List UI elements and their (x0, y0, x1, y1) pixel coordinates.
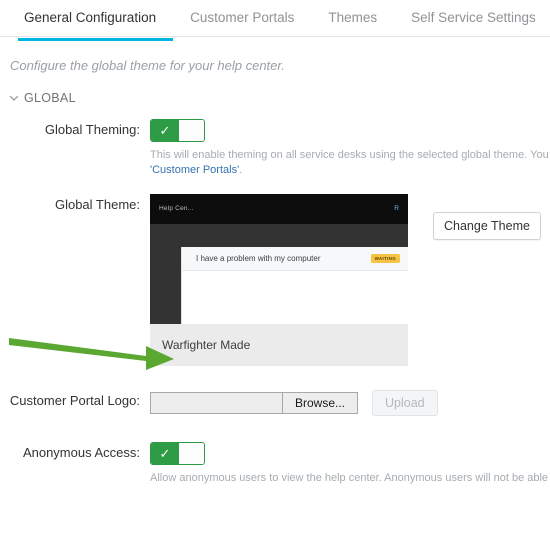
row-customer-portal-logo: Customer Portal Logo: Browse... Upload (0, 389, 550, 416)
section-header-global[interactable]: GLOBAL (8, 91, 550, 105)
logo-file-input[interactable]: Browse... (150, 391, 358, 414)
toggle-off-half (179, 120, 204, 141)
preview-request-card: I have a problem with my computer WAITIN… (181, 246, 408, 324)
tab-label: Self Service Settings (411, 10, 536, 25)
preview-topbar: Help Cen... R (150, 193, 408, 224)
row-global-theming: Global Theming: ✓ This will enable themi… (0, 119, 550, 178)
upload-button[interactable]: Upload (372, 389, 438, 416)
global-theme-label: Global Theme: (54, 196, 140, 212)
section-title: GLOBAL (24, 91, 76, 105)
global-theming-help-line1: This will enable theming on all service … (150, 149, 550, 161)
anonymous-access-help: Allow anonymous users to view the help c… (150, 471, 550, 484)
toggle-off-half (179, 442, 204, 464)
tab-self-service-settings[interactable]: Self Service Settings (394, 0, 550, 36)
tab-label: Customer Portals (190, 10, 295, 25)
help-suffix: . (239, 163, 243, 176)
anonymous-access-label: Anonymous Access: (22, 444, 140, 460)
chevron-down-icon (8, 92, 20, 104)
check-icon: ✓ (159, 123, 171, 138)
status-badge: WAITING (370, 253, 400, 263)
customer-portals-link[interactable]: 'Customer Portals' (150, 164, 239, 176)
tab-general-configuration[interactable]: General Configuration (18, 0, 174, 40)
tab-label: Themes (328, 10, 378, 25)
preview-logo-text: Help Cen... (159, 205, 194, 213)
toggle-on-half: ✓ (151, 442, 179, 464)
customer-portal-logo-body: Browse... Upload (150, 389, 550, 416)
preview-footer: Warfighter Made (150, 323, 408, 366)
theme-preview[interactable]: Help Cen... R I have a problem with my c… (150, 193, 408, 366)
global-theming-help-line2: 'Customer Portals'. (150, 163, 550, 178)
file-control: Browse... Upload (150, 389, 550, 416)
tab-bar: General Configuration Customer Portals T… (0, 0, 550, 40)
customer-portal-logo-label: Customer Portal Logo: (9, 392, 140, 408)
change-theme-button[interactable]: Change Theme (433, 212, 541, 240)
global-theming-body: ✓ This will enable theming on all servic… (150, 119, 550, 178)
toggle-on-half: ✓ (151, 120, 179, 141)
tab-customer-portals[interactable]: Customer Portals (173, 0, 311, 36)
preview-topbar-right-text: R (394, 205, 399, 213)
check-icon: ✓ (159, 445, 171, 461)
anonymous-access-toggle[interactable]: ✓ (150, 441, 205, 465)
global-theming-help: This will enable theming on all service … (150, 148, 550, 178)
anonymous-access-body: ✓ Allow anonymous users to view the help… (150, 441, 550, 486)
preview-request-title: I have a problem with my computer (196, 253, 321, 263)
global-theming-label: Global Theming: (44, 122, 140, 137)
browse-button[interactable]: Browse... (283, 392, 357, 413)
page-description: Configure the global theme for your help… (10, 58, 285, 73)
preview-body: I have a problem with my computer WAITIN… (150, 223, 408, 324)
tab-themes[interactable]: Themes (311, 0, 394, 36)
preview-footer-title: Warfighter Made (162, 337, 251, 352)
preview-request-row: I have a problem with my computer WAITIN… (182, 246, 408, 271)
tab-label: General Configuration (24, 10, 157, 25)
row-anonymous-access: Anonymous Access: ✓ Allow anonymous user… (0, 441, 550, 486)
file-name-display (151, 392, 283, 413)
global-theming-toggle[interactable]: ✓ (150, 119, 205, 142)
